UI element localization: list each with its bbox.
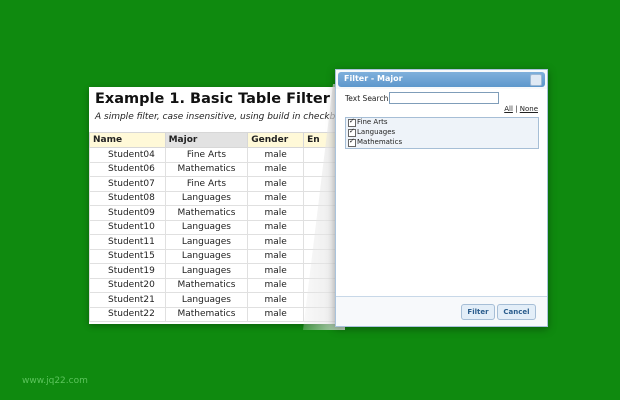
option-item-mathematics[interactable]: Mathematics	[346, 137, 538, 148]
option-checklist: Fine Arts Languages Mathematics	[345, 117, 539, 149]
dialog-body: Text Search All | None Fine Arts Languag…	[336, 89, 547, 297]
table-row: Student20 Mathematics male	[89, 277, 344, 293]
cell-name: Student06	[89, 161, 166, 177]
cell-major: Fine Arts	[164, 176, 249, 192]
watermark-text: www.jq22.com	[22, 376, 88, 386]
option-label: Mathematics	[357, 138, 403, 146]
cell-gender: male	[247, 306, 305, 322]
cell-gender: male	[247, 161, 305, 177]
cell-gender: male	[247, 176, 305, 192]
cell-name: Student11	[89, 234, 166, 250]
cell-major: Mathematics	[164, 161, 249, 177]
table-row: Student19 Languages male	[89, 263, 344, 279]
cell-major: Languages	[164, 248, 249, 264]
table-row: Student06 Mathematics male	[89, 161, 344, 177]
cell-major: Languages	[164, 292, 249, 308]
cell-major: Mathematics	[164, 277, 249, 293]
column-header-gender[interactable]: Gender	[247, 132, 305, 148]
option-label: Fine Arts	[357, 118, 388, 126]
filter-dialog: Filter - Major Text Search All | None Fi…	[335, 69, 548, 327]
table-row: Student10 Languages male	[89, 219, 344, 235]
text-search-input[interactable]	[389, 92, 499, 104]
checkbox-icon[interactable]	[348, 127, 356, 137]
cell-gender: male	[247, 147, 305, 163]
data-table: Name Major Gender En Student04 Fine Arts m…	[89, 132, 344, 322]
cell-major: Languages	[164, 234, 249, 250]
cell-gender: male	[247, 263, 305, 279]
column-header-major[interactable]: Major	[164, 132, 249, 148]
option-label: Languages	[357, 128, 396, 136]
cell-gender: male	[247, 277, 305, 293]
cell-major: Mathematics	[164, 306, 249, 322]
cell-name: Student22	[89, 306, 166, 322]
cell-major: Languages	[164, 190, 249, 206]
table-header-row: Name Major Gender En	[89, 132, 344, 148]
page-subtitle: A simple filter, case insensitive, using…	[95, 112, 344, 122]
cell-major: Languages	[164, 219, 249, 235]
select-none-link[interactable]: None	[520, 105, 538, 113]
close-icon[interactable]	[530, 74, 542, 86]
cell-name: Student21	[89, 292, 166, 308]
cell-gender: male	[247, 234, 305, 250]
cell-name: Student09	[89, 205, 166, 221]
cell-name: Student15	[89, 248, 166, 264]
cell-major: Fine Arts	[164, 147, 249, 163]
checkbox-icon[interactable]	[348, 117, 356, 127]
select-links: All | None	[504, 105, 538, 113]
dialog-title: Filter - Major	[344, 74, 403, 83]
text-search-label: Text Search	[345, 94, 389, 103]
select-all-link[interactable]: All	[504, 105, 513, 113]
table-row: Student21 Languages male	[89, 292, 344, 308]
cell-gender: male	[247, 190, 305, 206]
cell-name: Student10	[89, 219, 166, 235]
dialog-header[interactable]: Filter - Major	[338, 72, 545, 87]
checkbox-icon[interactable]	[348, 137, 356, 147]
table-row: Student07 Fine Arts male	[89, 176, 344, 192]
cell-gender: male	[247, 292, 305, 308]
cell-name: Student08	[89, 190, 166, 206]
cell-gender: male	[247, 248, 305, 264]
option-item-fine-arts[interactable]: Fine Arts	[346, 117, 538, 128]
cancel-button[interactable]: Cancel	[497, 304, 536, 320]
dialog-footer: Filter Cancel	[336, 296, 547, 326]
table-row: Student04 Fine Arts male	[89, 147, 344, 163]
table-row: Student15 Languages male	[89, 248, 344, 264]
option-item-languages[interactable]: Languages	[346, 127, 538, 138]
cell-major: Languages	[164, 263, 249, 279]
table-row: Student11 Languages male	[89, 234, 344, 250]
link-separator: |	[515, 105, 518, 113]
cell-gender: male	[247, 219, 305, 235]
cell-name: Student20	[89, 277, 166, 293]
filter-button[interactable]: Filter	[461, 304, 495, 320]
cell-name: Student04	[89, 147, 166, 163]
column-header-name[interactable]: Name	[89, 132, 166, 148]
cell-gender: male	[247, 205, 305, 221]
cell-name: Student07	[89, 176, 166, 192]
table-row: Student09 Mathematics male	[89, 205, 344, 221]
cell-name: Student19	[89, 263, 166, 279]
page-title: Example 1. Basic Table Filter	[95, 91, 330, 107]
cell-major: Mathematics	[164, 205, 249, 221]
table-row: Student08 Languages male	[89, 190, 344, 206]
table-panel: Example 1. Basic Table Filter A simple f…	[89, 87, 344, 324]
